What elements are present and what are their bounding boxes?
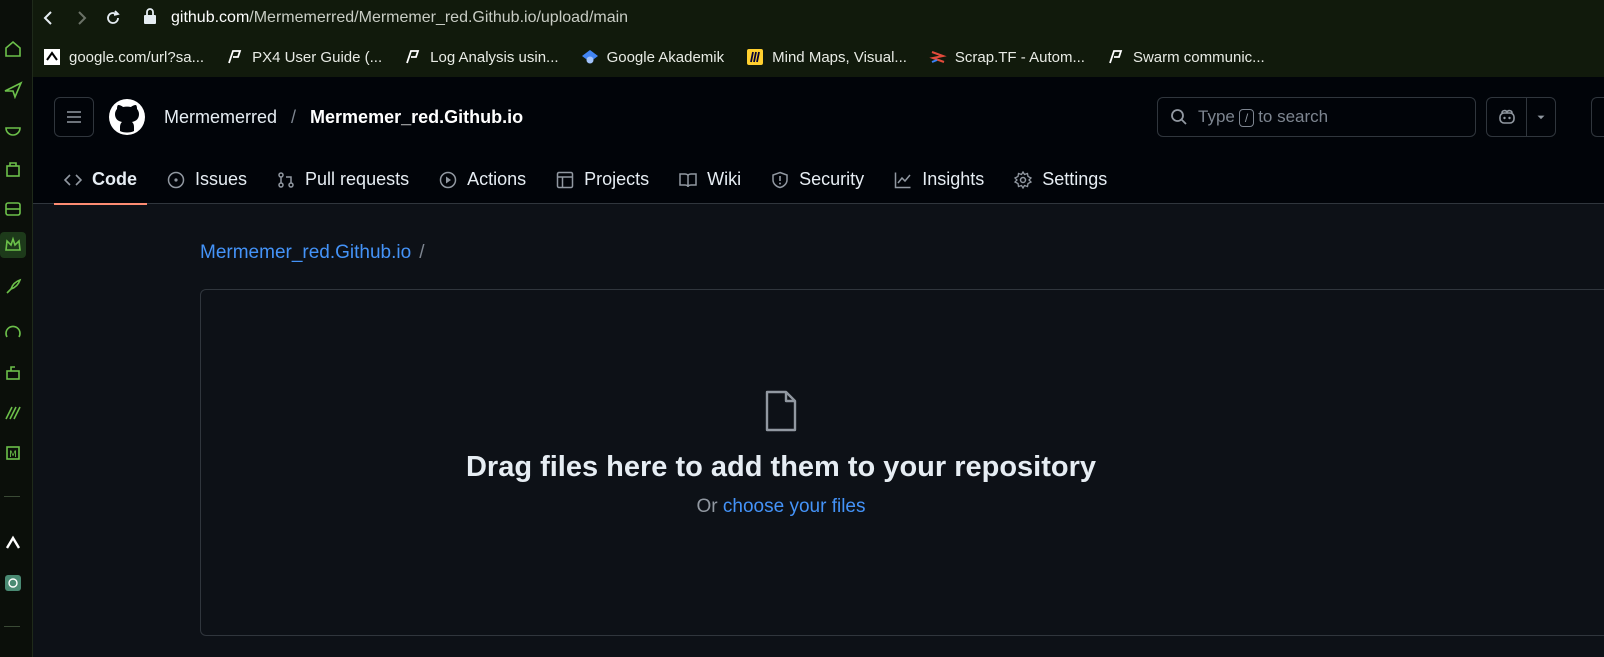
- code-icon: [64, 173, 82, 186]
- pull-request-icon: [278, 171, 294, 188]
- repo-breadcrumb: Mermemerred / Mermemer_red.Github.io: [164, 107, 523, 128]
- copilot-dropdown-button[interactable]: [1527, 110, 1555, 124]
- bookmark-item[interactable]: Log Analysis usin...: [404, 48, 559, 66]
- dock-divider: [4, 626, 20, 627]
- reload-icon: [107, 10, 120, 24]
- bookmark-item[interactable]: Swarm communic...: [1107, 48, 1265, 66]
- tab-actions[interactable]: Actions: [429, 155, 536, 204]
- bookmark-item[interactable]: PX4 User Guide (...: [226, 48, 382, 66]
- upload-breadcrumb: Mermemer_red.Github.io /: [200, 242, 424, 264]
- repo-name-link[interactable]: Mermemer_red.Github.io: [310, 107, 523, 128]
- address-bar: github.com/Mermemerred/Mermemer_red.Gith…: [33, 0, 1604, 36]
- bookmark-label: PX4 User Guide (...: [252, 48, 383, 66]
- shield-icon: [772, 171, 788, 188]
- url-path: /Mermemerred/Mermemer_red.Github.io/uplo…: [249, 9, 629, 26]
- robot-icon[interactable]: [0, 360, 26, 386]
- bookmark-item[interactable]: Scrap.TF - Autom...: [929, 48, 1085, 66]
- tab-issues[interactable]: Issues: [157, 155, 257, 204]
- bookmarks-bar: google.com/url?sa... PX4 User Guide (...…: [43, 40, 1265, 74]
- breadcrumb-separator: /: [291, 106, 297, 127]
- issue-icon: [167, 171, 185, 188]
- drop-zone-title: Drag files here to add them to your repo…: [465, 451, 1097, 483]
- play-icon: [439, 171, 457, 188]
- px4-favicon-icon: [226, 48, 244, 66]
- bookmark-item[interactable]: google.com/url?sa...: [43, 48, 204, 66]
- breadcrumb-repo-link[interactable]: Mermemer_red.Github.io: [200, 242, 411, 264]
- reload-button[interactable]: [97, 2, 129, 34]
- scraptf-favicon-icon: [929, 48, 947, 66]
- app-dock: M: [0, 0, 33, 657]
- miro-favicon-icon: [746, 48, 764, 66]
- google-favicon-icon: [43, 48, 61, 66]
- bookmark-label: Google Akademik: [606, 48, 725, 66]
- rocket-icon[interactable]: [0, 274, 26, 300]
- copilot-icon: [1498, 109, 1515, 124]
- forward-button[interactable]: [65, 2, 97, 34]
- file-icon: [765, 390, 797, 432]
- github-logo-icon[interactable]: [108, 98, 146, 136]
- tab-code[interactable]: Code: [54, 155, 147, 205]
- svg-text:M: M: [9, 450, 17, 460]
- chatgpt-icon[interactable]: [0, 570, 26, 596]
- tab-insights[interactable]: Insights: [884, 155, 994, 204]
- bookmark-label: Scrap.TF - Autom...: [954, 48, 1085, 66]
- menu-button[interactable]: [54, 97, 94, 137]
- plane-icon[interactable]: [0, 76, 26, 102]
- drop-zone-subtitle: Or choose your files: [696, 496, 866, 517]
- search-icon: [1171, 109, 1187, 125]
- px4-favicon-icon: [404, 48, 422, 66]
- choose-files-link[interactable]: choose your files: [723, 496, 866, 517]
- search-input[interactable]: Type / to search: [1157, 97, 1476, 137]
- tab-wiki[interactable]: Wiki: [669, 155, 751, 204]
- chevron-left-icon: [43, 11, 52, 25]
- copilot-button-group: [1486, 97, 1556, 137]
- tab-security[interactable]: Security: [761, 155, 874, 204]
- bookmark-label: Log Analysis usin...: [430, 48, 559, 66]
- caret-down-icon: [1537, 115, 1545, 120]
- back-button[interactable]: [33, 2, 65, 34]
- github-header: Mermemerred / Mermemer_red.Github.io Typ…: [33, 77, 1604, 205]
- bookmark-item[interactable]: Google Akademik: [581, 48, 725, 66]
- search-placeholder: Type / to search: [1198, 107, 1329, 127]
- bookmark-label: google.com/url?sa...: [69, 48, 205, 66]
- bus-icon[interactable]: [0, 196, 26, 222]
- dock-divider: [4, 496, 20, 497]
- tab-settings[interactable]: Settings: [1004, 155, 1117, 204]
- tab-pull-requests[interactable]: Pull requests: [267, 155, 419, 204]
- gauge-icon[interactable]: [0, 320, 26, 346]
- bookmark-item[interactable]: Mind Maps, Visual...: [746, 48, 907, 66]
- home-icon[interactable]: [0, 36, 26, 62]
- browser-chrome: github.com/Mermemerred/Mermemer_red.Gith…: [33, 0, 1604, 77]
- chevron-right-icon: [78, 11, 87, 25]
- url-host: github.com: [171, 9, 250, 26]
- repo-owner-link[interactable]: Mermemerred: [164, 107, 277, 128]
- book-icon: [679, 172, 697, 187]
- pattern-icon[interactable]: [0, 400, 26, 426]
- copilot-button[interactable]: [1487, 98, 1527, 136]
- header-button-partial[interactable]: [1591, 97, 1604, 137]
- repo-nav-tabs: Code Issues Pull requests Actions Projec…: [54, 155, 1127, 205]
- bookmark-label: Swarm communic...: [1132, 48, 1265, 66]
- lock-icon: [143, 7, 157, 29]
- graph-icon: [894, 172, 911, 188]
- scholar-favicon-icon: [581, 48, 599, 66]
- bowl-icon[interactable]: [0, 116, 26, 142]
- gear-icon: [1014, 170, 1033, 189]
- slash-key-hint: /: [1238, 109, 1255, 127]
- file-drop-zone[interactable]: Drag files here to add them to your repo…: [200, 289, 1604, 636]
- tab-projects[interactable]: Projects: [546, 155, 659, 204]
- crown-icon[interactable]: [0, 232, 26, 258]
- breadcrumb-separator: /: [419, 242, 425, 263]
- px4-favicon-icon: [1107, 48, 1125, 66]
- hamburger-icon: [67, 111, 81, 123]
- app-icon[interactable]: [0, 530, 26, 556]
- url-field[interactable]: github.com/Mermemerred/Mermemer_red.Gith…: [143, 7, 629, 29]
- table-icon: [556, 171, 574, 188]
- chip-icon[interactable]: M: [0, 440, 26, 466]
- bag-icon[interactable]: [0, 156, 26, 182]
- bookmark-label: Mind Maps, Visual...: [772, 48, 907, 66]
